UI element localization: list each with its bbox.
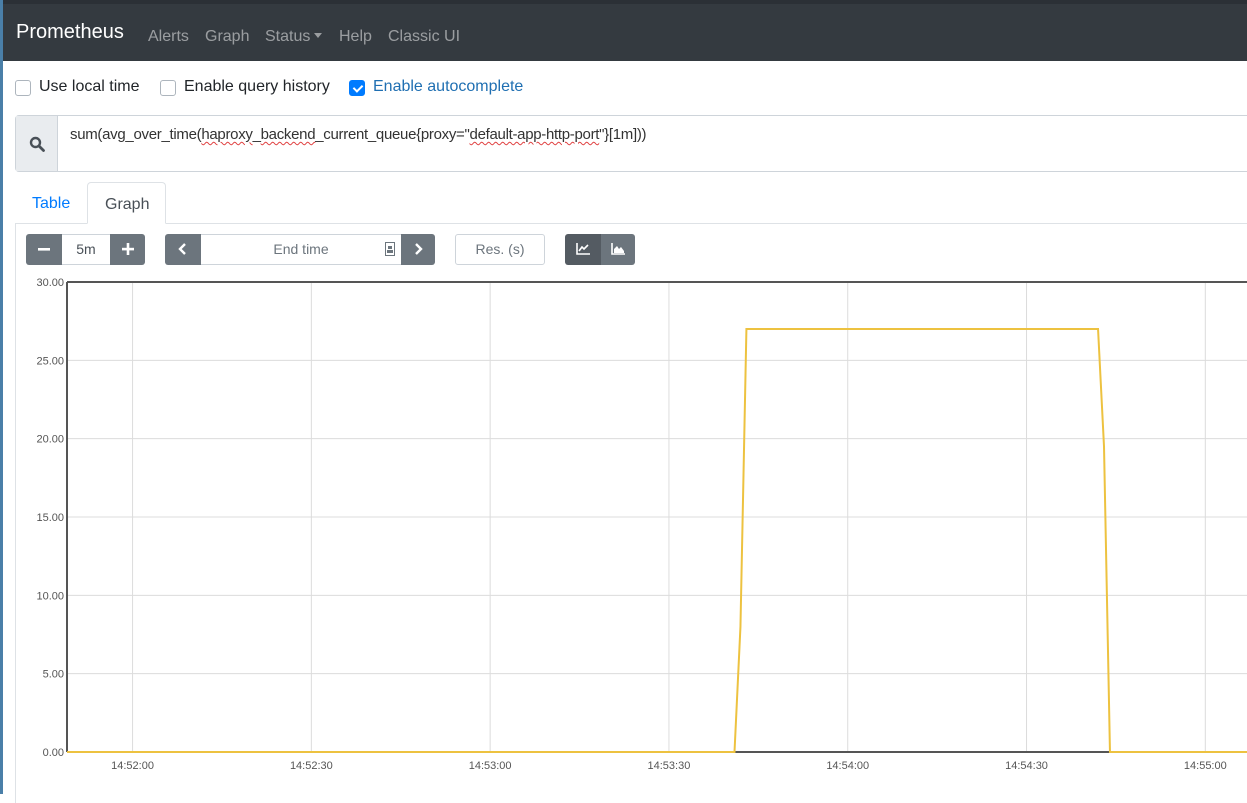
use-local-time-checkbox[interactable] <box>15 80 31 96</box>
expr-part: default-app-http-port <box>469 126 600 143</box>
range-input[interactable]: 5m <box>62 234 110 265</box>
increase-range-button[interactable] <box>110 234 145 265</box>
resolution-placeholder: Res. (s) <box>475 241 525 257</box>
caret-down-icon <box>314 33 323 38</box>
chevron-right-icon <box>415 243 423 255</box>
previous-time-button[interactable] <box>165 234 201 265</box>
x-tick-label: 14:54:30 <box>1005 760 1048 772</box>
x-tick-label: 14:53:00 <box>469 760 512 772</box>
y-tick-label: 0.00 <box>43 747 64 759</box>
chevron-left-icon <box>178 243 186 255</box>
y-tick-label: 15.00 <box>36 512 64 524</box>
expression-text[interactable]: sum(avg_over_time(haproxy_backend_curren… <box>70 126 647 143</box>
y-tick-label: 10.00 <box>36 590 64 602</box>
search-icon <box>29 136 45 152</box>
autocomplete-checkbox[interactable] <box>349 80 365 96</box>
x-tick-label: 14:54:00 <box>826 760 869 772</box>
graph-chart[interactable]: 0.00 5.00 10.00 15.00 20.00 25.00 30.00 14:52:0… <box>3 270 1247 794</box>
y-tick-label: 20.00 <box>36 434 64 446</box>
query-history-label: Enable query history <box>184 78 330 95</box>
end-time-input[interactable]: End time <box>201 234 401 265</box>
area-chart-icon <box>611 243 625 255</box>
nav-status[interactable]: Status <box>265 28 323 46</box>
expr-part: "}[1m])) <box>599 126 647 143</box>
decrease-range-button[interactable] <box>26 234 62 265</box>
series-line <box>67 328 1247 753</box>
expression-input[interactable]: sum(avg_over_time(haproxy_backend_curren… <box>15 115 1247 172</box>
end-time-placeholder: End time <box>273 241 329 257</box>
expr-part: _ <box>252 126 261 143</box>
x-tick-label: 14:52:30 <box>290 760 333 772</box>
y-tick-label: 30.00 <box>36 277 64 289</box>
stacked-mode-button[interactable] <box>601 234 635 265</box>
search-button[interactable] <box>16 116 58 171</box>
y-tick-label: 5.00 <box>43 669 64 681</box>
tab-graph[interactable]: Graph <box>87 182 166 224</box>
tab-table[interactable]: Table <box>15 182 87 224</box>
use-local-time-label: Use local time <box>39 78 140 95</box>
minus-icon <box>38 248 50 251</box>
x-tick-label: 14:52:00 <box>111 760 154 772</box>
expr-part: _current_queue{proxy=" <box>315 126 470 143</box>
expr-part: backend <box>260 126 316 143</box>
line-mode-button[interactable] <box>565 234 601 265</box>
navbar: Prometheus Alerts Graph Status Help Clas… <box>3 0 1247 61</box>
plus-icon <box>121 243 134 255</box>
nav-alerts[interactable]: Alerts <box>148 28 189 46</box>
autocomplete-label: Enable autocomplete <box>373 78 524 95</box>
nav-help[interactable]: Help <box>339 28 372 46</box>
expr-part: sum(avg_over_time( <box>70 126 202 143</box>
nav-graph[interactable]: Graph <box>205 28 249 46</box>
query-history-checkbox[interactable] <box>160 80 176 96</box>
resolution-input[interactable]: Res. (s) <box>455 234 545 265</box>
line-chart-icon <box>576 243 590 255</box>
nav-status-label: Status <box>265 28 311 45</box>
x-tick-label: 14:53:30 <box>648 760 691 772</box>
brand-logo[interactable]: Prometheus <box>16 21 124 44</box>
next-time-button[interactable] <box>401 234 435 265</box>
x-tick-label: 14:55:00 <box>1184 760 1227 772</box>
result-tabs: Table Graph <box>15 182 1247 224</box>
nav-classic-ui[interactable]: Classic UI <box>388 28 460 46</box>
y-tick-label: 25.00 <box>36 355 64 367</box>
expr-part: haproxy <box>201 126 253 143</box>
calendar-icon[interactable] <box>385 242 395 256</box>
